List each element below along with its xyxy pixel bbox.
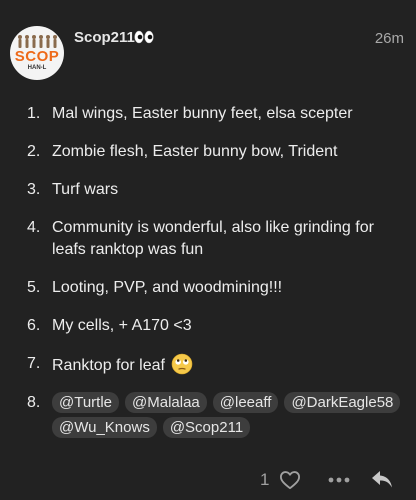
mention-link[interactable]: @Malalaa (125, 392, 207, 413)
list-number: 8. (27, 394, 41, 411)
list-number: 7. (27, 355, 41, 372)
list-number: 1. (27, 105, 41, 122)
more-icon[interactable] (327, 471, 351, 489)
post: SCOP HAN-L Scop211 26m 1. Mal wings, Eas… (0, 0, 416, 500)
list-item: 8. @Turtle @Malalaa @leeaff @DarkEagle58… (22, 392, 402, 438)
reply-icon[interactable] (370, 468, 394, 490)
avatar-sub-text: HAN-L (27, 65, 47, 71)
list-item-text: Zombie flesh, Easter bunny bow, Trident (52, 143, 338, 160)
list-number: 4. (27, 219, 41, 236)
list-item: 2. Zombie flesh, Easter bunny bow, Tride… (22, 141, 402, 163)
mention-link[interactable]: @Turtle (52, 392, 120, 413)
mention-link[interactable]: @DarkEagle58 (284, 392, 401, 413)
answers-list: 1. Mal wings, Easter bunny feet, elsa sc… (22, 103, 402, 454)
list-number: 2. (27, 143, 41, 160)
face-with-rolling-eyes-emoji-icon (172, 353, 193, 375)
list-item-text: Community is wonderful, also like grindi… (52, 219, 374, 258)
list-number: 3. (27, 181, 41, 198)
avatar[interactable]: SCOP HAN-L (10, 26, 64, 80)
like-count[interactable]: 1 (260, 470, 269, 490)
heart-icon[interactable] (279, 470, 301, 490)
username[interactable]: Scop211 (74, 29, 135, 46)
list-item-text: Mal wings, Easter bunny feet, elsa scept… (52, 105, 353, 122)
list-item: 4. Community is wonderful, also like gri… (22, 217, 402, 261)
list-item: 1. Mal wings, Easter bunny feet, elsa sc… (22, 103, 402, 125)
list-item: 7. Ranktop for leaf (22, 353, 402, 377)
post-time[interactable]: 26m (375, 30, 404, 47)
list-item: 3. Turf wars (22, 179, 402, 201)
list-number: 6. (27, 317, 41, 334)
mention-link[interactable]: @leeaff (212, 392, 279, 413)
list-item-text: Ranktop for leaf (52, 357, 165, 374)
list-item-text: My cells, + A170 <3 (52, 317, 192, 334)
list-item-text: Looting, PVP, and woodmining!!! (52, 279, 283, 296)
avatar-logo-text: SCOP (14, 48, 60, 65)
post-actions: 1 (0, 465, 416, 495)
mention-link[interactable]: @Wu_Knows (52, 417, 157, 438)
mentions-group: @Turtle @Malalaa @leeaff @DarkEagle58 @W… (52, 392, 402, 438)
list-item: 6. My cells, + A170 <3 (22, 315, 402, 337)
eyes-emoji-icon (134, 30, 154, 44)
list-item-text: Turf wars (52, 181, 119, 198)
list-number: 5. (27, 279, 41, 296)
list-item: 5. Looting, PVP, and woodmining!!! (22, 277, 402, 299)
mention-link[interactable]: @Scop211 (162, 417, 251, 438)
